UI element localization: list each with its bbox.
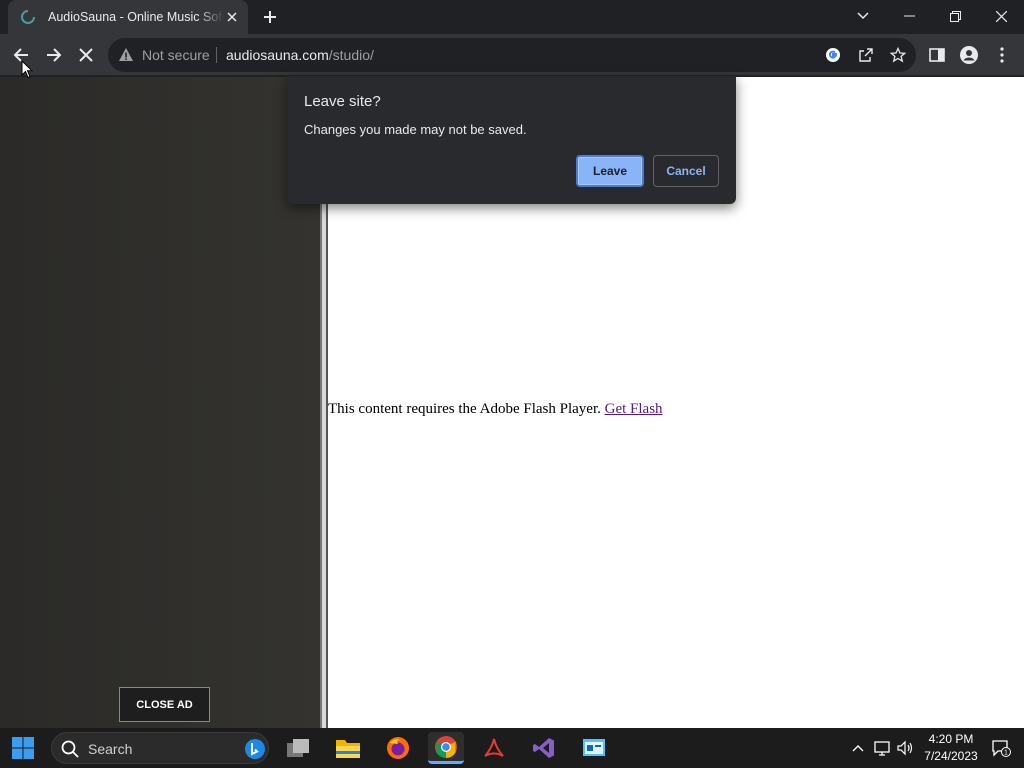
warning-icon[interactable] [118,47,134,63]
visual-studio-icon[interactable] [526,732,562,764]
restore-icon[interactable] [932,0,978,32]
url-host: audiosauna.com [226,47,329,63]
minimize-icon[interactable] [886,0,932,32]
more-menu-icon[interactable] [989,42,1015,68]
dialog-message: Changes you made may not be saved. [304,122,527,137]
google-lens-icon[interactable] [824,46,842,64]
leave-site-dialog: Leave site? Changes you made may not be … [287,76,736,204]
notification-center-icon[interactable]: 1 [991,738,1011,758]
search-placeholder: Search [88,741,133,757]
close-tab-icon[interactable] [224,9,240,25]
forward-arrow-icon[interactable] [41,42,67,68]
address-bar[interactable]: Not secure audiosauna.com/studio/ [108,38,916,72]
bookmark-star-icon[interactable] [889,46,907,64]
browser-toolbar: Not secure audiosauna.com/studio/ [0,34,1024,76]
left-ad-panel: CLOSE AD [0,77,320,728]
profile-avatar-icon[interactable] [956,42,982,68]
omnibox-separator [216,47,217,63]
search-icon [61,740,79,763]
url-path: /studio/ [328,47,374,63]
flash-message-text: This content requires the Adobe Flash Pl… [328,401,601,417]
dialog-title: Leave site? [304,93,381,110]
flash-required-message: This content requires the Adobe Flash Pl… [328,401,663,418]
task-view-icon[interactable] [280,732,316,764]
browser-tab[interactable]: AudioSauna - Online Music Software [8,0,248,34]
windows-taskbar: Search 4:20 PM 7/24/2023 1 [0,728,1024,768]
not-secure-label[interactable]: Not secure [142,47,210,63]
url-text[interactable]: audiosauna.com/studio/ [226,47,374,63]
mouse-cursor-icon [21,59,34,84]
notification-count: 1 [1004,750,1008,757]
get-flash-link[interactable]: Get Flash [605,401,663,417]
volume-icon[interactable] [895,738,915,758]
control-panel-icon[interactable] [576,732,612,764]
network-icon[interactable] [872,738,892,758]
tab-search-chevron-icon[interactable] [840,0,886,32]
firefox-icon[interactable] [380,732,416,764]
tab-title: AudioSauna - Online Music Software [48,10,224,24]
stop-loading-icon[interactable] [73,42,99,68]
clock-date: 7/24/2023 [924,749,978,763]
taskbar-search-box[interactable]: Search [51,732,269,764]
system-clock[interactable]: 4:20 PM 7/24/2023 [918,731,984,765]
tab-strip: AudioSauna - Online Music Software [0,0,1024,34]
bing-icon[interactable] [244,738,266,765]
file-explorer-icon[interactable] [330,732,366,764]
new-tab-icon[interactable] [258,5,282,29]
loading-spinner-icon [20,9,36,25]
side-panel-icon[interactable] [924,42,950,68]
close-window-icon[interactable] [978,0,1024,32]
clock-time: 4:20 PM [928,732,974,746]
windows-start-icon[interactable] [11,736,35,760]
share-icon[interactable] [857,46,875,64]
show-hidden-icons-chevron-icon[interactable] [848,738,868,758]
chrome-icon[interactable] [428,732,464,764]
acrobat-icon[interactable] [476,732,512,764]
leave-button[interactable]: Leave [576,155,644,187]
cancel-button[interactable]: Cancel [653,155,719,187]
close-ad-button[interactable]: CLOSE AD [119,687,210,722]
